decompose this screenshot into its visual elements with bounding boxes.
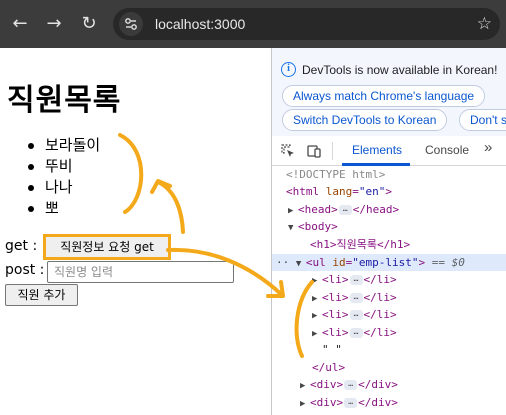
page-viewport: 직원목록 보라돌이 뚜비 나나 뽀 get : 직원정보 요청 get post… (0, 48, 270, 415)
match-language-button[interactable]: Always match Chrome's language (282, 85, 486, 107)
get-employees-button[interactable]: 직원정보 요청 get (43, 234, 171, 260)
get-row: get : 직원정보 요청 get (5, 234, 171, 260)
switch-to-korean-button[interactable]: Switch DevTools to Korean (282, 109, 448, 131)
get-label: get : (5, 238, 38, 254)
url-text: localhost:3000 (155, 16, 246, 32)
dom-node-html[interactable]: <html lang="en"> (286, 183, 392, 200)
devtools-panel: i DevTools is now available in Korean! A… (271, 48, 506, 415)
post-row: post : 직원명 입력 (5, 261, 234, 283)
post-label: post : (5, 262, 45, 278)
selected-marker: == $0 (431, 256, 465, 269)
dom-text-node[interactable]: " " (322, 341, 342, 358)
collapse-triangle-icon[interactable]: ▼ (296, 256, 306, 273)
employee-name-input[interactable]: 직원명 입력 (47, 261, 234, 283)
browser-toolbar: ← → ↻ localhost:3000 ☆ (0, 0, 506, 48)
employee-list: 보라돌이 뚜비 나나 뽀 (27, 135, 101, 219)
dom-node-div[interactable]: ▶ <div>… </div> (300, 394, 398, 411)
device-toolbar-icon[interactable] (306, 143, 322, 159)
collapse-triangle-icon[interactable]: ▼ (288, 220, 298, 237)
dom-node-h1[interactable]: <h1>직원목록</h1> (310, 236, 410, 253)
tab-elements[interactable]: Elements (352, 143, 402, 157)
tab-divider (332, 142, 333, 160)
list-item: 뽀 (27, 198, 100, 219)
forward-arrow-icon[interactable]: → (42, 12, 66, 36)
dom-node-li[interactable]: ▶ <li>… </li> (312, 289, 397, 306)
more-tabs-icon[interactable]: » (484, 139, 492, 156)
bookmark-star-icon[interactable]: ☆ (477, 12, 492, 36)
list-item: 뚜비 (27, 156, 100, 177)
add-employee-button[interactable]: 직원 추가 (5, 284, 78, 306)
ellipsis-icon[interactable]: … (338, 205, 352, 215)
dom-node-ul-selected[interactable]: ·· ▼ <ul id="emp-list"> == $0 (276, 254, 465, 271)
inspect-element-icon[interactable] (280, 143, 296, 159)
dont-show-again-button[interactable]: Don't s (459, 109, 506, 131)
back-arrow-icon[interactable]: ← (8, 12, 32, 36)
dom-node-doctype[interactable]: <!DOCTYPE html> (286, 166, 385, 183)
dom-node-div[interactable]: ▶ <div>… </div> (300, 376, 398, 393)
list-item: 나나 (27, 177, 100, 198)
dom-node-li[interactable]: ▶ <li>… </li> (312, 306, 397, 323)
dom-node-li[interactable]: ▶ <li>… </li> (312, 271, 397, 288)
tab-console[interactable]: Console (425, 143, 469, 157)
dom-node-li[interactable]: ▶ <li>… </li> (312, 324, 397, 341)
language-notice: i DevTools is now available in Korean! A… (272, 48, 506, 136)
site-info-icon[interactable] (119, 12, 143, 36)
reload-icon[interactable]: ↻ (77, 12, 101, 36)
page-title: 직원목록 (7, 83, 122, 118)
list-item: 보라돌이 (27, 136, 101, 154)
info-icon: i (281, 62, 296, 77)
notice-text: DevTools is now available in Korean! (302, 63, 498, 77)
dom-node-ul-end[interactable]: </ul> (312, 359, 345, 376)
dom-node-head[interactable]: ▶ <head>… </head> (288, 201, 399, 218)
devtools-tab-bar: Elements Console » (272, 136, 506, 166)
address-bar[interactable]: localhost:3000 ☆ (113, 8, 500, 40)
dom-node-body[interactable]: ▼ <body> (288, 218, 338, 235)
